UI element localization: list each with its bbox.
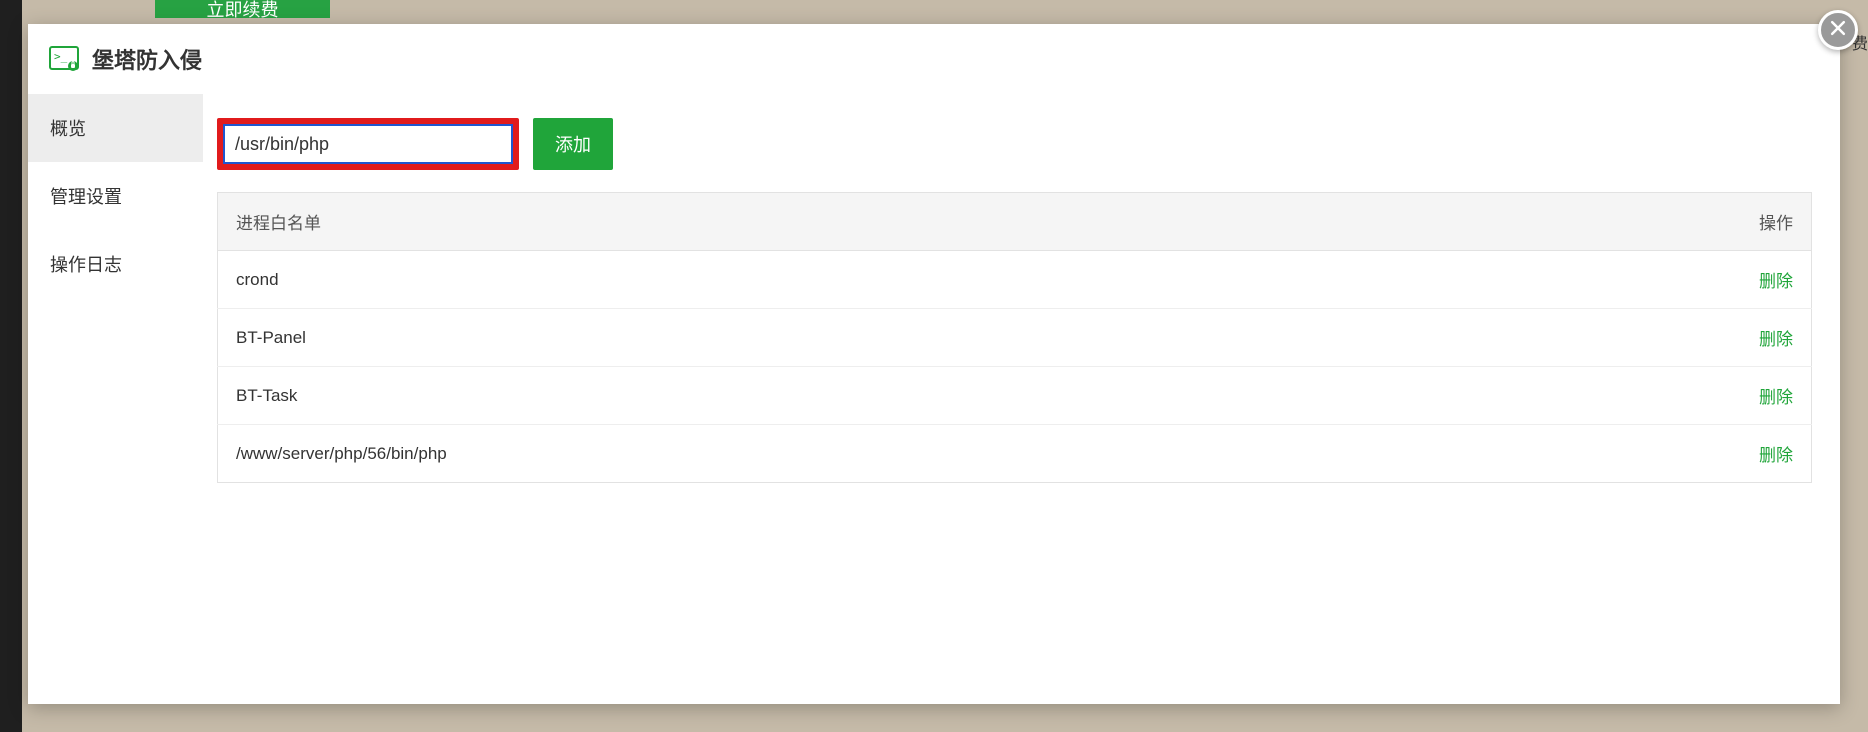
modal-header: >_ 堡塔防入侵 (28, 24, 1840, 94)
delete-link[interactable]: 删除 (1759, 388, 1793, 407)
table-row: crond 删除 (218, 251, 1812, 309)
cell-op: 删除 (1722, 309, 1812, 367)
process-path-input[interactable] (223, 124, 513, 164)
table-row: BT-Panel 删除 (218, 309, 1812, 367)
left-dark-strip (0, 0, 22, 732)
delete-link[interactable]: 删除 (1759, 330, 1793, 349)
cell-name: crond (218, 251, 1722, 309)
modal-title: 堡塔防入侵 (92, 43, 202, 75)
modal-dialog: >_ 堡塔防入侵 概览 管理设置 操作日志 (28, 24, 1840, 704)
main-panel: 添加 进程白名单 操作 crond 删除 (203, 94, 1840, 704)
col-header-name: 进程白名单 (218, 193, 1722, 251)
sidebar: 概览 管理设置 操作日志 (28, 94, 203, 704)
col-header-op: 操作 (1722, 193, 1812, 251)
input-row: 添加 (217, 118, 1812, 170)
cell-name: BT-Panel (218, 309, 1722, 367)
tab-logs[interactable]: 操作日志 (28, 230, 203, 298)
renew-button[interactable]: 立即续费 (155, 0, 330, 18)
table-header-row: 进程白名单 操作 (218, 193, 1812, 251)
tab-label: 概览 (50, 115, 86, 141)
terminal-shield-icon: >_ (48, 43, 80, 75)
input-highlight (217, 118, 519, 170)
whitelist-table: 进程白名单 操作 crond 删除 BT-Panel 删除 (217, 192, 1812, 483)
tab-label: 操作日志 (50, 251, 122, 277)
tab-overview[interactable]: 概览 (28, 94, 203, 162)
tab-settings[interactable]: 管理设置 (28, 162, 203, 230)
modal-body: 概览 管理设置 操作日志 添加 进程白名单 操作 (28, 94, 1840, 704)
close-button[interactable] (1818, 10, 1858, 50)
svg-text:>_: >_ (54, 50, 68, 63)
cell-op: 删除 (1722, 425, 1812, 483)
table-body: crond 删除 BT-Panel 删除 BT-Task (218, 251, 1812, 483)
cell-name: /www/server/php/56/bin/php (218, 425, 1722, 483)
table-row: /www/server/php/56/bin/php 删除 (218, 425, 1812, 483)
delete-link[interactable]: 删除 (1759, 272, 1793, 291)
cell-op: 删除 (1722, 367, 1812, 425)
cell-op: 删除 (1722, 251, 1812, 309)
cell-name: BT-Task (218, 367, 1722, 425)
add-button[interactable]: 添加 (533, 118, 613, 170)
delete-link[interactable]: 删除 (1759, 446, 1793, 465)
close-icon (1828, 18, 1848, 43)
tab-label: 管理设置 (50, 183, 122, 209)
table-row: BT-Task 删除 (218, 367, 1812, 425)
